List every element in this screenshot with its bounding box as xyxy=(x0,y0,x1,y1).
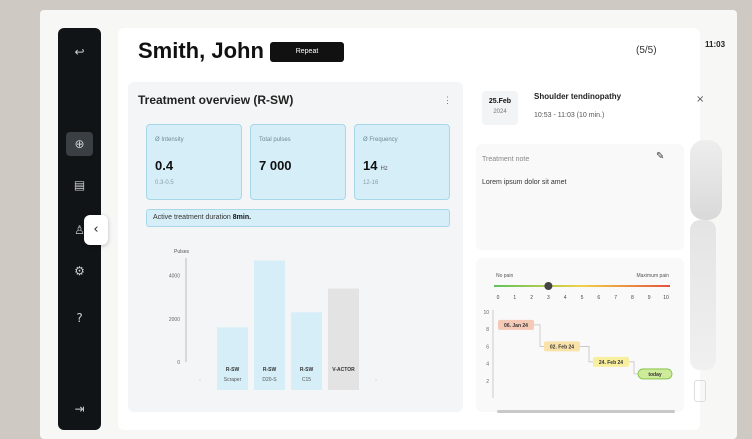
pain-y-label: 4 xyxy=(486,362,489,368)
pain-scale-tick: 6 xyxy=(597,295,600,301)
panel-title: Treatment overview (R-SW) xyxy=(138,93,294,107)
bar-category-label: R-SW xyxy=(300,367,314,373)
settings-icon[interactable]: ⚙ xyxy=(70,262,89,281)
edit-note-icon[interactable]: ✎ xyxy=(656,151,664,162)
pain-entry-label: today xyxy=(648,372,662,378)
stat-total-pulses: Total pulses 7 000 xyxy=(250,124,346,200)
stat-frequency: Ø Frequency 14 Hz 12-16 xyxy=(354,124,450,200)
pain-connector xyxy=(580,346,593,363)
chart-prev-icon: ‹ xyxy=(199,378,201,384)
pain-min-label: No pain xyxy=(496,273,513,279)
pain-max-label: Maximum pain xyxy=(636,273,669,279)
pain-y-label: 6 xyxy=(486,344,489,350)
horizontal-scrollbar[interactable] xyxy=(497,410,675,413)
pain-y-label: 10 xyxy=(483,310,489,316)
pain-scale-tick: 5 xyxy=(581,295,584,301)
stat-value: 14 Hz xyxy=(363,158,388,173)
session-date-year: 2024 xyxy=(493,109,507,115)
help-icon[interactable]: ? xyxy=(70,309,89,328)
pain-scale-tick: 7 xyxy=(614,295,617,301)
logout-icon[interactable]: ⇥ xyxy=(70,400,89,419)
stat-label: Ø Frequency xyxy=(363,137,398,143)
bar-category-label: V-ACTOR xyxy=(332,367,355,373)
treatment-duration: Active treatment duration 8min. xyxy=(146,209,450,227)
clock: 11:03 xyxy=(705,40,726,49)
pain-scale-tick: 0 xyxy=(497,295,500,301)
pain-connector xyxy=(534,324,544,347)
stat-value: 0.4 xyxy=(155,158,174,173)
stat-unit: Hz xyxy=(380,166,388,172)
stat-label: Ø Intensity xyxy=(155,137,184,143)
session-date-day: 25.Feb xyxy=(488,98,512,105)
bar-category-label: R-SW xyxy=(263,367,277,373)
stat-label: Total pulses xyxy=(259,137,291,143)
pain-y-label: 8 xyxy=(486,327,489,333)
treatment-note-label: Treatment note xyxy=(482,156,530,163)
chart-next-icon: › xyxy=(375,378,377,384)
session-time: 10:53 - 11:03 (10 min.) xyxy=(534,112,605,119)
bar xyxy=(328,288,359,362)
pain-gradient-bar xyxy=(494,285,670,287)
shockwave-icon[interactable]: ⊕ xyxy=(66,132,93,156)
session-date: 25.Feb 2024 xyxy=(482,91,518,125)
y-tick-label: 0 xyxy=(177,360,180,366)
pain-scale-tick: 3 xyxy=(547,295,550,301)
collapse-sidebar-button[interactable]: ‹ xyxy=(84,215,108,245)
pulses-bar-chart: Pulses 0 2000 4000 R-SW Scraper R-SW D20-S R-SW C… xyxy=(169,249,377,390)
treatment-counter: (5/5) xyxy=(636,45,657,56)
patient-name: Smith, John xyxy=(138,38,264,63)
pain-scale-tick: 8 xyxy=(631,295,634,301)
pain-scale-tick: 10 xyxy=(663,295,669,301)
duration-label: Active treatment duration xyxy=(153,214,231,221)
background-figure-body xyxy=(690,220,716,370)
pain-scale-tick: 1 xyxy=(513,295,516,301)
stat-range: 12-16 xyxy=(363,180,379,186)
repeat-button[interactable]: Repeat xyxy=(270,42,344,62)
stat-range: 0.3-0.5 xyxy=(155,180,174,186)
bar-category-label: R-SW xyxy=(226,367,240,373)
pain-entry-label: 02. Feb 24 xyxy=(550,344,574,350)
y-tick-label: 2000 xyxy=(169,317,180,323)
bar xyxy=(217,327,248,362)
stat-intensity: Ø Intensity 0.4 0.3-0.5 xyxy=(146,124,242,200)
more-options-icon[interactable]: ⋮ xyxy=(443,95,452,106)
treatment-note-text: Lorem ipsum dolor sit amet xyxy=(482,179,567,186)
diagnosis: Shoulder tendinopathy xyxy=(534,92,622,101)
pain-progress-chart: No pain Maximum pain 0 1 2 3 4 5 6 7 8 9 10 10 8 6 4 2 06.… xyxy=(483,273,673,398)
bar-sub-label: C15 xyxy=(302,377,311,383)
bar-sub-label: Scraper xyxy=(224,377,242,383)
y-tick-label: 4000 xyxy=(169,274,180,280)
bar xyxy=(254,260,285,362)
pain-entry-label: 06. Jan 24 xyxy=(504,323,528,329)
back-arrow-icon[interactable]: ↩ xyxy=(70,43,89,62)
pain-entry-label: 24. Feb 24 xyxy=(599,360,623,366)
pain-scale-tick: 2 xyxy=(530,295,533,301)
clipboard-icon[interactable]: ▤ xyxy=(70,176,89,195)
pain-y-label: 2 xyxy=(486,379,489,385)
pain-marker xyxy=(544,282,553,290)
pain-connector xyxy=(629,361,638,375)
background-figure xyxy=(690,140,722,220)
stat-value: 7 000 xyxy=(259,158,292,173)
close-icon[interactable]: × xyxy=(696,94,704,105)
background-element xyxy=(694,380,706,402)
pain-scale-tick: 4 xyxy=(564,295,567,301)
y-axis-label: Pulses xyxy=(174,249,190,255)
bar xyxy=(291,312,322,362)
pain-scale-tick: 9 xyxy=(648,295,651,301)
bar-sub-label: D20-S xyxy=(262,377,277,383)
duration-value: 8min. xyxy=(232,214,252,221)
